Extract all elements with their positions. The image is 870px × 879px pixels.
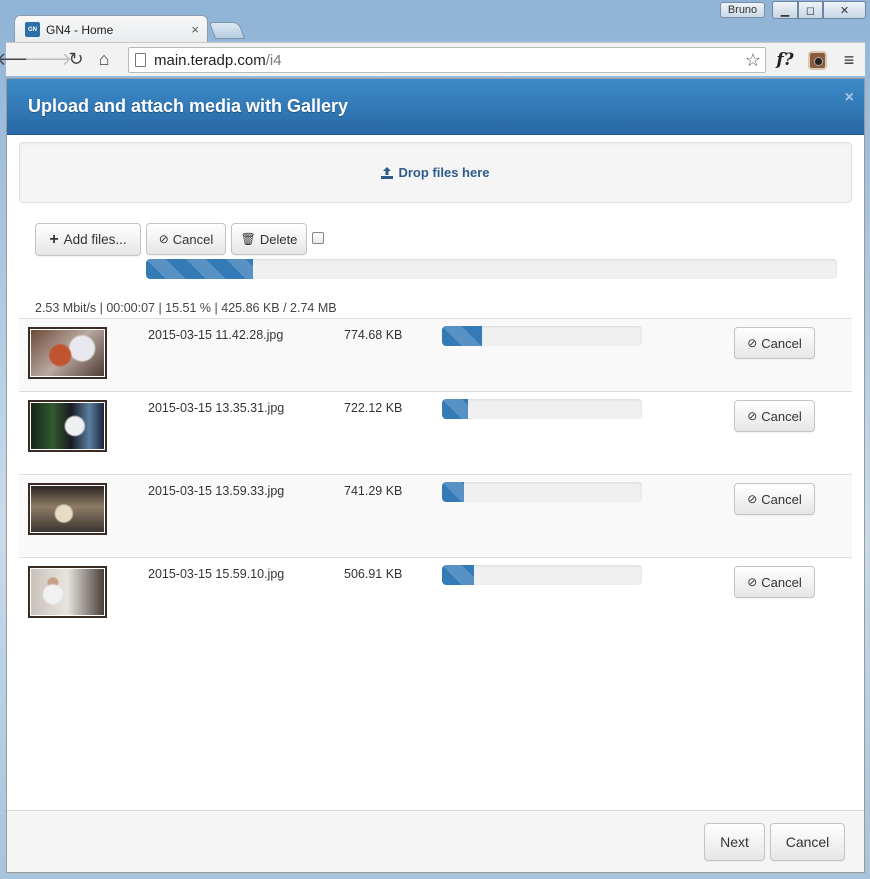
close-icon: ✕	[839, 4, 850, 17]
maximize-icon: ◻	[805, 4, 816, 17]
browser-toolbar: 🡐 🡒 ↻ ⌂ main.teradp.com/i4 ☆ f? ≡	[0, 42, 865, 76]
thumbnail-image	[31, 486, 104, 532]
upload-icon	[381, 166, 394, 179]
add-files-label: Add files...	[63, 232, 127, 247]
file-progress-fill	[442, 482, 464, 502]
dropzone[interactable]: Drop files here	[19, 142, 852, 203]
thumbnail[interactable]	[28, 483, 107, 535]
thumbnail-image	[31, 569, 104, 615]
add-files-button[interactable]: + Add files...	[35, 223, 141, 256]
file-cancel-button[interactable]: ⊘ Cancel	[734, 327, 815, 359]
cancel-all-button[interactable]: ⊘ Cancel	[146, 223, 226, 255]
thumbnail[interactable]	[28, 400, 107, 452]
tab-title: GN4 - Home	[46, 22, 114, 37]
new-tab-button[interactable]	[208, 22, 246, 39]
forward-button[interactable]: 🡒	[24, 46, 72, 74]
file-cancel-label: Cancel	[761, 408, 802, 424]
upload-stats: 2.53 Mbit/s | 00:00:07 | 15.51 % | 425.8…	[35, 301, 337, 315]
window-titlebar: GN GN4 - Home × Bruno ▁ ◻ ✕	[0, 0, 870, 43]
close-window-button[interactable]: ✕	[823, 1, 866, 19]
file-size: 774.68 KB	[344, 328, 403, 342]
file-cancel-label: Cancel	[761, 491, 802, 507]
global-progress-bar	[146, 259, 837, 279]
file-progress-bar	[442, 482, 642, 502]
file-size: 741.29 KB	[344, 484, 403, 498]
delete-label: Delete	[259, 231, 298, 247]
profile-badge[interactable]: Bruno	[720, 2, 765, 18]
reload-icon: ↻	[68, 49, 84, 69]
file-name: 2015-03-15 11.42.28.jpg	[148, 328, 284, 342]
file-cancel-label: Cancel	[761, 335, 802, 351]
gn4-favicon-icon: GN	[25, 22, 40, 37]
tab-close-icon[interactable]: ×	[191, 22, 199, 37]
file-cancel-button[interactable]: ⊘ Cancel	[734, 566, 815, 598]
ban-icon: ⊘	[747, 336, 758, 350]
ban-icon: ⊘	[747, 409, 758, 423]
thumbnail[interactable]	[28, 327, 107, 379]
file-size: 722.12 KB	[344, 401, 403, 415]
delete-button[interactable]: 🗑 Delete	[231, 223, 307, 255]
reload-button[interactable]: ↻	[62, 46, 90, 74]
page-icon	[135, 53, 146, 67]
dropzone-label-wrap: Drop files here	[381, 165, 490, 180]
browser-tab[interactable]: GN GN4 - Home ×	[14, 15, 208, 43]
thumbnail-image	[31, 330, 104, 376]
select-all-checkbox[interactable]	[312, 232, 324, 244]
file-row: 2015-03-15 13.59.33.jpg 741.29 KB ⊘ Cance…	[19, 474, 852, 557]
file-row: 2015-03-15 15.59.10.jpg 506.91 KB ⊘ Cance…	[19, 557, 852, 640]
ban-icon: ⊘	[747, 575, 758, 589]
instagram-extension-button[interactable]	[804, 47, 830, 73]
file-row: 2015-03-15 13.35.31.jpg 722.12 KB ⊘ Cance…	[19, 391, 852, 474]
modal-footer: Next Cancel	[7, 810, 864, 872]
thumbnail[interactable]	[28, 566, 107, 618]
dropzone-label: Drop files here	[398, 165, 490, 180]
camera-icon	[807, 50, 827, 70]
url-path: /i4	[265, 51, 282, 69]
modal-header: Upload and attach media with Gallery ×	[7, 79, 864, 135]
home-button[interactable]: ⌂	[90, 46, 118, 74]
file-progress-fill	[442, 565, 474, 585]
minimize-icon: ▁	[780, 4, 790, 17]
modal-close-icon[interactable]: ×	[845, 89, 854, 107]
file-cancel-button[interactable]: ⊘ Cancel	[734, 483, 815, 515]
file-cancel-label: Cancel	[761, 574, 802, 590]
file-name: 2015-03-15 13.35.31.jpg	[148, 401, 285, 415]
file-size: 506.91 KB	[344, 567, 403, 581]
home-icon: ⌂	[98, 49, 110, 69]
global-progress-fill	[146, 259, 254, 279]
file-name: 2015-03-15 15.59.10.jpg	[148, 567, 285, 581]
bookmark-star-icon[interactable]: ☆	[745, 50, 761, 71]
file-progress-fill	[442, 399, 468, 419]
ban-icon: ⊘	[747, 492, 758, 506]
ban-icon: ⊘	[158, 232, 169, 246]
upload-modal: Upload and attach media with Gallery × D…	[6, 78, 865, 873]
trash-icon: 🗑	[240, 232, 256, 246]
footer-cancel-button[interactable]: Cancel	[770, 823, 845, 861]
file-progress-fill	[442, 326, 482, 346]
file-name: 2015-03-15 13.59.33.jpg	[148, 484, 285, 498]
url-text: main.teradp.com/i4	[154, 52, 745, 69]
next-button[interactable]: Next	[704, 823, 765, 861]
cancel-all-label: Cancel	[172, 231, 214, 247]
file-cancel-button[interactable]: ⊘ Cancel	[734, 400, 815, 432]
extension-f-button[interactable]: f?	[772, 47, 798, 73]
url-host: main.teradp.com	[154, 51, 266, 69]
file-list: 2015-03-15 11.42.28.jpg 774.68 KB ⊘ Cance…	[19, 318, 852, 640]
modal-title: Upload and attach media with Gallery	[28, 96, 349, 116]
hamburger-menu-icon: ≡	[843, 49, 855, 70]
file-progress-bar	[442, 565, 642, 585]
file-progress-bar	[442, 399, 642, 419]
plus-icon: +	[49, 230, 59, 248]
address-bar[interactable]: main.teradp.com/i4 ☆	[128, 47, 766, 73]
file-progress-bar	[442, 326, 642, 346]
maximize-button[interactable]: ◻	[798, 1, 823, 19]
chrome-menu-button[interactable]: ≡	[836, 47, 862, 73]
minimize-button[interactable]: ▁	[772, 1, 798, 19]
thumbnail-image	[31, 403, 104, 449]
file-row: 2015-03-15 11.42.28.jpg 774.68 KB ⊘ Cance…	[19, 318, 852, 391]
